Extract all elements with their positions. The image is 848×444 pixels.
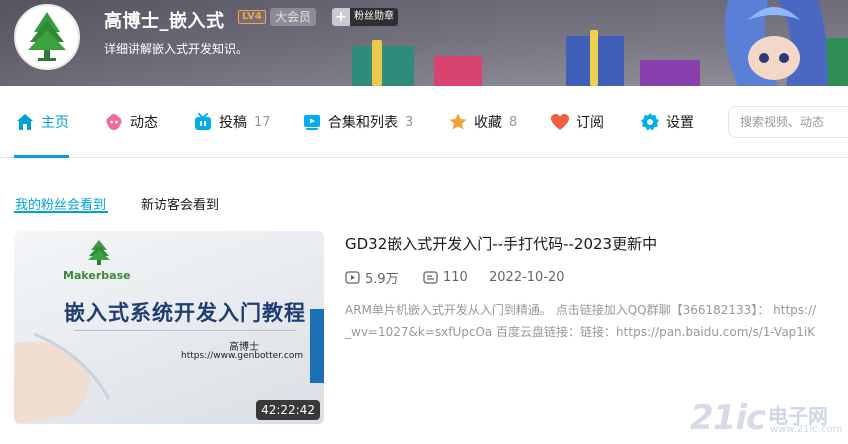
subtab-visitors-view[interactable]: 新访客会看到: [141, 194, 219, 213]
medal-plus-icon: +: [332, 8, 350, 26]
tab-label: 投稿: [219, 115, 247, 131]
tab-count: 3: [405, 114, 414, 130]
danmaku-icon: [423, 270, 438, 284]
banner-gift-decoration: [590, 30, 598, 86]
watermark-number: 21ic: [690, 398, 766, 438]
medal-label: 粉丝勋章: [350, 8, 398, 26]
banner-gift-decoration: [352, 46, 414, 86]
play-count-icon: [345, 270, 360, 284]
banner-character-decoration: [724, 0, 828, 86]
tab-count: 17: [254, 114, 271, 130]
home-icon: [17, 114, 33, 130]
tab-label: 收藏: [474, 115, 502, 131]
thumb-brand: Makerbase: [63, 269, 131, 282]
banner-gift-decoration: [434, 56, 482, 86]
user-sign: 详细讲解嵌入式开发知识。: [104, 42, 249, 56]
active-tab-indicator: [14, 155, 69, 158]
level-badge: LV4: [238, 10, 266, 24]
banner-gift-decoration: [640, 60, 700, 86]
video-description-line-1: ARM单片机嵌入式开发从入门到精通。 点击链接加入QQ群聊【366182133】…: [345, 303, 817, 317]
thumb-divider: [74, 330, 296, 331]
video-duration: 42:22:42: [256, 400, 320, 420]
tab-count: 8: [509, 114, 518, 130]
tab-label: 主页: [41, 115, 69, 131]
danmaku-count: 110: [443, 269, 468, 285]
tab-dynamic[interactable]: 动态: [104, 86, 158, 158]
subtab-indicator: [14, 211, 108, 213]
thumb-tree-logo-icon: [88, 240, 110, 265]
video-title[interactable]: GD32嵌入式开发入门--手打代码--2023更新中: [345, 233, 657, 254]
video-description-line-2: _wv=1027&k=sxfUpcOa 百度云盘链接：链接：https://pa…: [345, 325, 816, 339]
thumb-headline: 嵌入式系统开发入门教程: [64, 301, 306, 325]
tab-subscriptions[interactable]: 订阅: [550, 86, 604, 158]
tab-collections[interactable]: 合集和列表 3: [302, 86, 413, 158]
profile-nav: 主页 动态 投稿 17 合集和列表 3 收藏 8 订阅 设置: [0, 86, 848, 158]
tab-label: 设置: [666, 115, 694, 131]
tab-label: 合集和列表: [328, 115, 398, 131]
watermark-url: www.21ic.com: [770, 424, 843, 435]
user-name: 高博士_嵌入式: [104, 11, 225, 32]
thumb-blue-band: [310, 309, 324, 383]
video-thumbnail[interactable]: Makerbase 嵌入式系统开发入门教程 高博士 https://www.ge…: [14, 231, 324, 424]
tab-home[interactable]: 主页: [15, 86, 69, 158]
tree-logo-icon: [28, 12, 66, 61]
dynamic-icon: [106, 114, 122, 130]
tab-favorites[interactable]: 收藏 8: [448, 86, 517, 158]
thumb-site: https://www.genbotter.com: [181, 351, 304, 361]
tab-label: 订阅: [576, 115, 604, 131]
video-date: 2022-10-20: [489, 269, 565, 285]
banner-gift-decoration: [372, 40, 382, 86]
heart-icon: [551, 114, 569, 130]
tab-label: 动态: [130, 115, 158, 131]
site-watermark: 21ic 电子网 www.21ic.com: [690, 398, 842, 438]
video-danmaku: 110: [423, 269, 468, 285]
upload-icon: [195, 113, 211, 130]
views-count: 5.9万: [365, 271, 399, 287]
star-icon: [449, 113, 467, 130]
gear-icon: [641, 113, 659, 131]
search-input[interactable]: 搜索视频、动态: [728, 106, 848, 138]
avatar[interactable]: [14, 4, 80, 70]
profile-banner: 高博士_嵌入式 LV4 大会员 + 粉丝勋章 详细讲解嵌入式开发知识。: [0, 0, 848, 86]
collection-icon: [304, 115, 320, 130]
tab-uploads[interactable]: 投稿 17: [193, 86, 271, 158]
video-views: 5.9万: [345, 269, 399, 287]
tab-settings[interactable]: 设置: [640, 86, 694, 158]
fan-medal-badge[interactable]: + 粉丝勋章: [332, 8, 398, 26]
vip-badge[interactable]: 大会员: [270, 8, 317, 26]
